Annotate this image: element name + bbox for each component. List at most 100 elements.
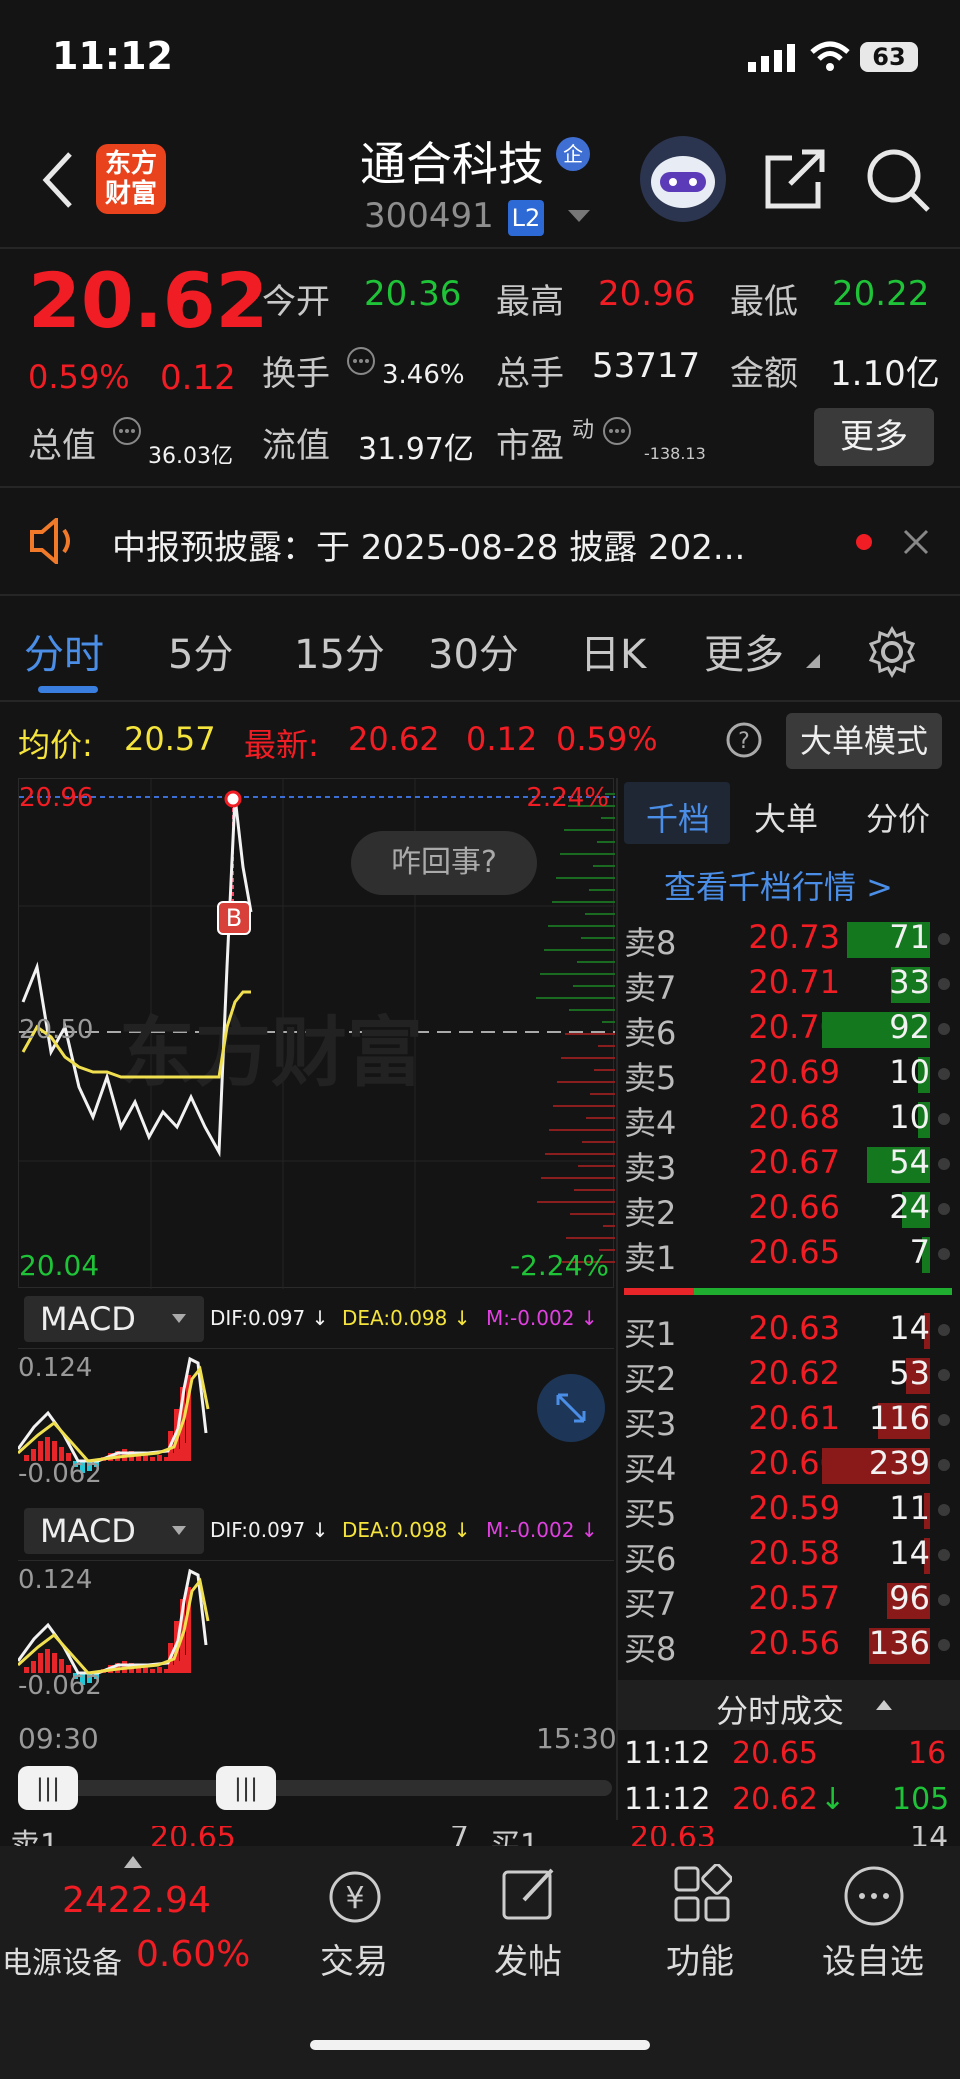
sector-name[interactable]: 电源设备	[2, 1938, 122, 1982]
view-depth-link[interactable]: 查看千档行情 >	[664, 862, 893, 908]
tab-big-orders[interactable]: 大单	[754, 794, 818, 840]
help-icon[interactable]: ?	[726, 722, 762, 758]
tab-5min[interactable]: 5分	[168, 622, 233, 680]
more-button[interactable]: 更多	[814, 408, 934, 466]
macd-selector-2[interactable]: MACD	[24, 1508, 204, 1554]
depth-bar	[586, 1117, 615, 1119]
level-label: 买4	[624, 1450, 677, 1488]
stock-code: 300491	[364, 196, 494, 236]
gear-icon[interactable]	[866, 626, 918, 678]
bid-row[interactable]: 买5 20.59 11	[620, 1487, 960, 1533]
turnover-value: 3.46%	[382, 360, 465, 390]
mktcap-label: 总值	[28, 426, 96, 466]
macd-m: M:-0.002 ↓	[486, 1306, 598, 1330]
ask-row[interactable]: 卖8 20.73 71	[620, 916, 960, 962]
level-volume: 10	[889, 1098, 930, 1136]
level-dot	[938, 1324, 950, 1336]
depth-bar	[545, 1153, 615, 1155]
depth-bar	[548, 925, 615, 927]
tab-30min[interactable]: 30分	[428, 622, 519, 680]
ask-row[interactable]: 卖4 20.68 10	[620, 1096, 960, 1142]
status-time: 11:12	[52, 34, 173, 78]
bid-row[interactable]: 买8 20.56 136	[620, 1622, 960, 1668]
level-dot	[938, 1594, 950, 1606]
more-dots-icon[interactable]	[346, 346, 376, 376]
volume-label: 总手	[496, 354, 564, 394]
level-price: 20.67	[748, 1143, 840, 1181]
ask-row[interactable]: 卖1 20.65 7	[620, 1231, 960, 1277]
chevron-down-icon[interactable]	[568, 210, 590, 224]
macd-chart-2[interactable]: 0.124 -0.062	[18, 1560, 614, 1712]
trade-volume: 16	[908, 1736, 947, 1771]
tab-15min[interactable]: 15分	[294, 622, 385, 680]
close-icon[interactable]	[902, 528, 930, 556]
avg-value: 20.57	[124, 720, 216, 758]
ask-row[interactable]: 卖7 20.71 33	[620, 961, 960, 1007]
range-track[interactable]	[40, 1780, 612, 1796]
macd-dea: DEA:0.098 ↓	[342, 1518, 471, 1542]
latest-label: 最新:	[244, 726, 319, 764]
trades-header[interactable]: 分时成交	[618, 1680, 960, 1730]
depth-bar	[552, 901, 615, 903]
range-handle-right[interactable]: |||	[216, 1766, 276, 1810]
bid-row[interactable]: 买7 20.57 96	[620, 1577, 960, 1623]
chart-low-label: 20.04	[19, 1249, 100, 1282]
tab-intraday[interactable]: 分时	[24, 622, 104, 680]
bid-row[interactable]: 买1 20.63 14	[620, 1307, 960, 1353]
tab-daily[interactable]: 日K	[580, 622, 646, 680]
macd-chart-1[interactable]: 0.124 -0.062	[18, 1348, 614, 1500]
level-dot	[938, 1203, 950, 1215]
ask-row[interactable]: 卖3 20.67 54	[620, 1141, 960, 1187]
low-value: 20.22	[832, 274, 930, 314]
more-dots-icon[interactable]	[112, 416, 142, 446]
level-dot	[938, 1549, 950, 1561]
signal-icon	[748, 44, 795, 72]
nav-post[interactable]: 发帖	[494, 1934, 562, 1983]
depth-bar	[573, 985, 615, 987]
app-logo[interactable]: 东方 财富	[96, 144, 166, 214]
expand-icon[interactable]	[536, 1373, 606, 1443]
macd-selector-1[interactable]: MACD	[24, 1296, 204, 1342]
ask-why-bubble[interactable]: 咋回事?	[351, 831, 537, 895]
depth-bar	[589, 889, 615, 891]
bid-row[interactable]: 买2 20.62 53	[620, 1352, 960, 1398]
more-circle-icon[interactable]	[842, 1864, 906, 1928]
svg-text:?: ?	[738, 729, 750, 754]
tab-price-dist[interactable]: 分价	[866, 794, 930, 840]
tab-depth[interactable]: 千档	[646, 794, 710, 840]
ask-row[interactable]: 卖6 20.70 92	[620, 1006, 960, 1052]
sector-index-value[interactable]: 2422.94	[62, 1880, 211, 1921]
tab-indicator	[38, 686, 98, 693]
nav-trade[interactable]: 交易	[320, 1934, 388, 1983]
more-dots-icon[interactable]	[602, 416, 632, 446]
trade-price: 20.62	[732, 1782, 818, 1817]
level-label: 卖6	[624, 1014, 677, 1052]
home-indicator[interactable]	[310, 2040, 650, 2050]
macd-bar	[38, 1653, 43, 1673]
bid-row[interactable]: 买6 20.58 14	[620, 1532, 960, 1578]
buy-marker[interactable]: B	[217, 901, 251, 935]
share-icon[interactable]	[762, 146, 826, 212]
bid-row[interactable]: 买3 20.61 116	[620, 1397, 960, 1443]
nav-functions[interactable]: 功能	[666, 1934, 734, 1983]
big-order-mode-button[interactable]: 大单模式	[786, 713, 942, 769]
stock-name[interactable]: 通合科技	[360, 128, 544, 194]
edit-icon[interactable]	[500, 1864, 560, 1924]
level-price: 20.69	[748, 1053, 840, 1091]
nav-watchlist[interactable]: 设自选	[822, 1934, 924, 1983]
notice-text[interactable]: 中报预披露：于 2025-08-28 披露 202...	[112, 520, 745, 569]
tab-more[interactable]: 更多	[704, 622, 784, 680]
search-icon[interactable]	[864, 146, 934, 216]
chevron-down-icon	[172, 1526, 186, 1535]
trade-icon[interactable]: ¥	[320, 1866, 390, 1928]
back-arrow-icon[interactable]	[40, 150, 76, 210]
bid-row[interactable]: 买4 20.60 239	[620, 1442, 960, 1488]
level-volume: 92	[889, 1008, 930, 1046]
intraday-chart[interactable]: 东方财富 20.96 2.24% 20.50 20.04 -2.24% 咋回事?…	[18, 778, 615, 1289]
trade-arrow: ↓	[820, 1782, 846, 1817]
grid-icon[interactable]	[672, 1864, 732, 1924]
robot-avatar-icon[interactable]	[638, 134, 728, 224]
ask-row[interactable]: 卖2 20.66 24	[620, 1186, 960, 1232]
range-handle-left[interactable]: |||	[18, 1766, 78, 1810]
ask-row[interactable]: 卖5 20.69 10	[620, 1051, 960, 1097]
